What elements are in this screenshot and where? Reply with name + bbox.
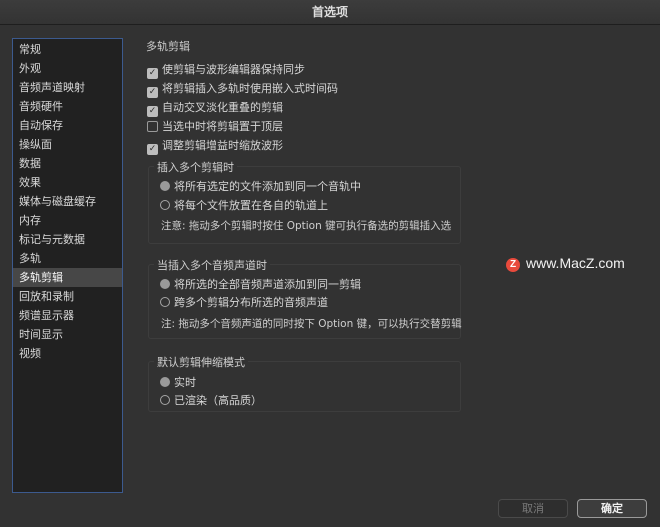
sidebar-item-multitrack[interactable]: 多轨 bbox=[13, 249, 122, 268]
watermark: Zwww.MacZ.com bbox=[506, 255, 625, 272]
sidebar-item-appearance[interactable]: 外观 bbox=[13, 59, 122, 78]
sidebar-item-control-surface[interactable]: 操纵面 bbox=[13, 135, 122, 154]
checkbox-label: 调整剪辑增益时缩放波形 bbox=[162, 139, 283, 152]
checkbox-label: 自动交叉淡化重叠的剪辑 bbox=[162, 101, 283, 114]
window-title-bar: 首选项 bbox=[0, 0, 660, 25]
radio-label: 已渲染（高品质） bbox=[174, 394, 262, 407]
radio-channels-same-clip[interactable]: 将所选的全部音频声道添加到同一剪辑 bbox=[160, 276, 361, 292]
sidebar-item-markers-metadata[interactable]: 标记与元数据 bbox=[13, 230, 122, 249]
checkbox-sync-waveform-editor[interactable]: ✓ 使剪辑与波形编辑器保持同步 bbox=[147, 61, 305, 79]
sidebar-item-general[interactable]: 常规 bbox=[13, 40, 122, 59]
macz-logo-icon: Z bbox=[506, 258, 520, 272]
sidebar-item-audio-hardware[interactable]: 音频硬件 bbox=[13, 97, 122, 116]
sidebar-item-media-disk-cache[interactable]: 媒体与磁盘缓存 bbox=[13, 192, 122, 211]
radio-label: 跨多个剪辑分布所选的音频声道 bbox=[174, 296, 328, 309]
cancel-button[interactable]: 取消 bbox=[498, 499, 568, 518]
sidebar-item-time-display[interactable]: 时间显示 bbox=[13, 325, 122, 344]
radio-same-track[interactable]: 将所有选定的文件添加到同一个音轨中 bbox=[160, 178, 361, 194]
checkbox-scale-waveform-gain[interactable]: ✓ 调整剪辑增益时缩放波形 bbox=[147, 137, 283, 155]
radio-stretch-realtime[interactable]: 实时 bbox=[160, 374, 196, 390]
note-insert-multiple-clips: 注意: 拖动多个剪辑时按住 Option 键可执行备选的剪辑插入选 bbox=[161, 220, 452, 232]
sidebar-item-memory[interactable]: 内存 bbox=[13, 211, 122, 230]
checkbox-embedded-timecode[interactable]: ✓ 将剪辑插入多轨时使用嵌入式时间码 bbox=[147, 80, 338, 98]
note-insert-audio-channels: 注: 拖动多个音频声道的同时按下 Option 键，可以执行交替剪辑 bbox=[161, 318, 462, 330]
radio-unselected-icon[interactable] bbox=[160, 395, 170, 405]
ok-button[interactable]: 确定 bbox=[577, 499, 647, 518]
radio-label: 将所有选定的文件添加到同一个音轨中 bbox=[174, 180, 361, 193]
radio-selected-icon[interactable] bbox=[160, 181, 170, 191]
preferences-sidebar: 常规 外观 音频声道映射 音频硬件 自动保存 操纵面 数据 效果 媒体与磁盘缓存… bbox=[12, 38, 123, 493]
checkbox-checked-icon[interactable]: ✓ bbox=[147, 68, 158, 79]
checkbox-label: 将剪辑插入多轨时使用嵌入式时间码 bbox=[162, 82, 338, 95]
sidebar-item-video[interactable]: 视频 bbox=[13, 344, 122, 363]
radio-selected-icon[interactable] bbox=[160, 279, 170, 289]
checkbox-auto-crossfade[interactable]: ✓ 自动交叉淡化重叠的剪辑 bbox=[147, 99, 283, 117]
checkbox-checked-icon[interactable]: ✓ bbox=[147, 87, 158, 98]
section-title: 多轨剪辑 bbox=[146, 40, 190, 53]
group-title-stretch-mode: 默认剪辑伸缩模式 bbox=[154, 354, 248, 370]
radio-selected-icon[interactable] bbox=[160, 377, 170, 387]
radio-stretch-rendered[interactable]: 已渲染（高品质） bbox=[160, 392, 262, 408]
group-title-insert-multiple-clips: 插入多个剪辑时 bbox=[154, 159, 237, 175]
radio-label: 实时 bbox=[174, 376, 196, 389]
watermark-text: www.MacZ.com bbox=[526, 255, 625, 271]
sidebar-item-multitrack-clips[interactable]: 多轨剪辑 bbox=[13, 268, 122, 287]
checkbox-checked-icon[interactable]: ✓ bbox=[147, 106, 158, 117]
sidebar-item-data[interactable]: 数据 bbox=[13, 154, 122, 173]
radio-channels-distribute[interactable]: 跨多个剪辑分布所选的音频声道 bbox=[160, 294, 328, 310]
radio-label: 将每个文件放置在各自的轨道上 bbox=[174, 199, 328, 212]
sidebar-item-playback-recording[interactable]: 回放和录制 bbox=[13, 287, 122, 306]
radio-unselected-icon[interactable] bbox=[160, 297, 170, 307]
checkbox-checked-icon[interactable]: ✓ bbox=[147, 144, 158, 155]
radio-label: 将所选的全部音频声道添加到同一剪辑 bbox=[174, 278, 361, 291]
checkbox-unchecked-icon[interactable] bbox=[147, 121, 158, 132]
radio-unselected-icon[interactable] bbox=[160, 200, 170, 210]
sidebar-item-auto-save[interactable]: 自动保存 bbox=[13, 116, 122, 135]
checkbox-label: 使剪辑与波形编辑器保持同步 bbox=[162, 63, 305, 76]
checkbox-bring-to-front[interactable]: 当选中时将剪辑置于顶层 bbox=[147, 118, 283, 134]
sidebar-item-effects[interactable]: 效果 bbox=[13, 173, 122, 192]
checkbox-label: 当选中时将剪辑置于顶层 bbox=[162, 120, 283, 133]
radio-separate-tracks[interactable]: 将每个文件放置在各自的轨道上 bbox=[160, 197, 328, 213]
group-title-insert-audio-channels: 当插入多个音频声道时 bbox=[154, 257, 270, 273]
sidebar-item-spectral-displays[interactable]: 频谱显示器 bbox=[13, 306, 122, 325]
sidebar-item-audio-channel-mapping[interactable]: 音频声道映射 bbox=[13, 78, 122, 97]
window-title: 首选项 bbox=[311, 5, 348, 19]
